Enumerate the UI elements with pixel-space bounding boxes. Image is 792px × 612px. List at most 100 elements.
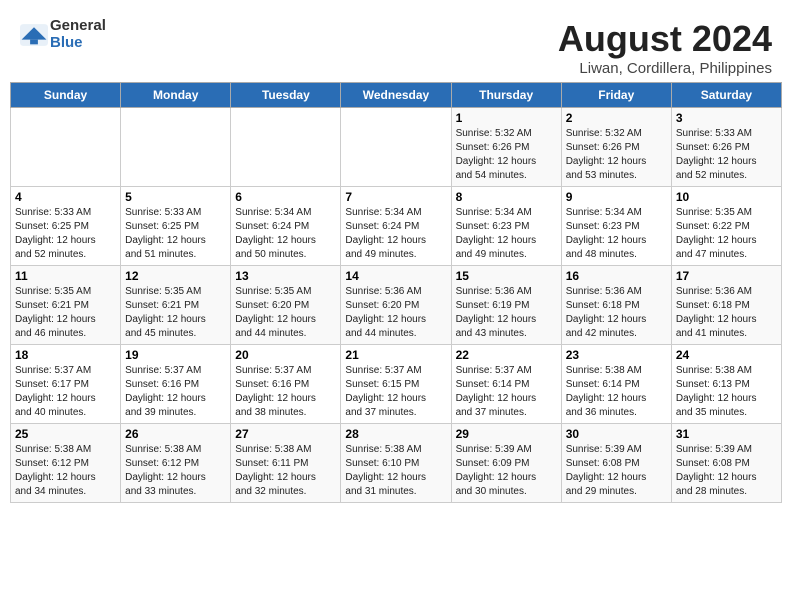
day-cell: 13Sunrise: 5:35 AM Sunset: 6:20 PM Dayli… (231, 266, 341, 345)
day-number: 15 (456, 269, 557, 283)
day-number: 6 (235, 190, 336, 204)
day-info: Sunrise: 5:37 AM Sunset: 6:17 PM Dayligh… (15, 364, 116, 420)
day-number: 16 (566, 269, 667, 283)
day-info: Sunrise: 5:34 AM Sunset: 6:23 PM Dayligh… (566, 206, 667, 262)
day-header-friday: Friday (561, 83, 671, 108)
week-row-1: 4 Sunrise: 5:33 AM Sunset: 6:25 PM Daylig… (11, 187, 782, 266)
day-cell: 2 Sunrise: 5:32 AM Sunset: 6:26 PM Daylig… (561, 108, 671, 187)
calendar-title: August 2024 (558, 18, 772, 60)
day-cell: 23 Sunrise: 5:38 AM Sunset: 6:14 PM Dayli… (561, 345, 671, 424)
day-cell (231, 108, 341, 187)
day-info: Sunrise: 5:37 AM Sunset: 6:14 PM Dayligh… (456, 364, 557, 420)
day-number: 30 (566, 427, 667, 441)
day-header-saturday: Saturday (671, 83, 781, 108)
day-number: 28 (345, 427, 446, 441)
day-number: 7 (345, 190, 446, 204)
day-info: Sunrise: 5:32 AM Sunset: 6:26 PM Dayligh… (566, 127, 667, 183)
day-info: Sunrise: 5:38 AM Sunset: 6:12 PM Dayligh… (125, 443, 226, 499)
day-number: 21 (345, 348, 446, 362)
day-info: Sunrise: 5:39 AM Sunset: 6:08 PM Dayligh… (566, 443, 667, 499)
day-info: Sunrise: 5:35 AM Sunset: 6:21 PM Dayligh… (15, 285, 116, 341)
day-cell: 27 Sunrise: 5:38 AM Sunset: 6:11 PM Dayli… (231, 424, 341, 503)
day-cell: 14 Sunrise: 5:36 AM Sunset: 6:20 PM Dayli… (341, 266, 451, 345)
day-info: Sunrise: 5:36 AM Sunset: 6:19 PM Dayligh… (456, 285, 557, 341)
day-info: Sunrise: 5:32 AM Sunset: 6:26 PM Dayligh… (456, 127, 557, 183)
week-row-3: 18Sunrise: 5:37 AM Sunset: 6:17 PM Dayli… (11, 345, 782, 424)
day-cell: 15 Sunrise: 5:36 AM Sunset: 6:19 PM Dayli… (451, 266, 561, 345)
day-cell: 21 Sunrise: 5:37 AM Sunset: 6:15 PM Dayli… (341, 345, 451, 424)
day-number: 11 (15, 269, 116, 283)
days-header-row: SundayMondayTuesdayWednesdayThursdayFrid… (11, 83, 782, 108)
day-cell: 6 Sunrise: 5:34 AM Sunset: 6:24 PM Daylig… (231, 187, 341, 266)
day-cell (121, 108, 231, 187)
day-number: 23 (566, 348, 667, 362)
day-info: Sunrise: 5:36 AM Sunset: 6:18 PM Dayligh… (676, 285, 777, 341)
week-row-4: 25 Sunrise: 5:38 AM Sunset: 6:12 PM Dayli… (11, 424, 782, 503)
calendar-table: SundayMondayTuesdayWednesdayThursdayFrid… (10, 82, 782, 503)
day-info: Sunrise: 5:37 AM Sunset: 6:15 PM Dayligh… (345, 364, 446, 420)
day-info: Sunrise: 5:36 AM Sunset: 6:18 PM Dayligh… (566, 285, 667, 341)
day-number: 2 (566, 111, 667, 125)
day-number: 29 (456, 427, 557, 441)
day-info: Sunrise: 5:38 AM Sunset: 6:11 PM Dayligh… (235, 443, 336, 499)
day-number: 10 (676, 190, 777, 204)
title-area: August 2024 Liwan, Cordillera, Philippin… (558, 18, 772, 77)
day-cell: 1Sunrise: 5:32 AM Sunset: 6:26 PM Daylig… (451, 108, 561, 187)
day-cell: 22 Sunrise: 5:37 AM Sunset: 6:14 PM Dayli… (451, 345, 561, 424)
day-info: Sunrise: 5:35 AM Sunset: 6:22 PM Dayligh… (676, 206, 777, 262)
day-info: Sunrise: 5:34 AM Sunset: 6:24 PM Dayligh… (235, 206, 336, 262)
logo: General Blue (20, 18, 106, 51)
logo-blue-text: Blue (50, 35, 106, 52)
day-number: 14 (345, 269, 446, 283)
day-cell: 10 Sunrise: 5:35 AM Sunset: 6:22 PM Dayli… (671, 187, 781, 266)
day-number: 22 (456, 348, 557, 362)
week-row-2: 11 Sunrise: 5:35 AM Sunset: 6:21 PM Dayli… (11, 266, 782, 345)
day-cell: 11 Sunrise: 5:35 AM Sunset: 6:21 PM Dayli… (11, 266, 121, 345)
day-number: 13 (235, 269, 336, 283)
day-cell: 12 Sunrise: 5:35 AM Sunset: 6:21 PM Dayli… (121, 266, 231, 345)
day-info: Sunrise: 5:38 AM Sunset: 6:13 PM Dayligh… (676, 364, 777, 420)
day-header-thursday: Thursday (451, 83, 561, 108)
day-header-sunday: Sunday (11, 83, 121, 108)
day-info: Sunrise: 5:36 AM Sunset: 6:20 PM Dayligh… (345, 285, 446, 341)
day-info: Sunrise: 5:38 AM Sunset: 6:12 PM Dayligh… (15, 443, 116, 499)
day-header-wednesday: Wednesday (341, 83, 451, 108)
day-number: 12 (125, 269, 226, 283)
day-cell: 30 Sunrise: 5:39 AM Sunset: 6:08 PM Dayli… (561, 424, 671, 503)
day-cell: 4 Sunrise: 5:33 AM Sunset: 6:25 PM Daylig… (11, 187, 121, 266)
day-number: 4 (15, 190, 116, 204)
day-cell: 3Sunrise: 5:33 AM Sunset: 6:26 PM Daylig… (671, 108, 781, 187)
week-row-0: 1Sunrise: 5:32 AM Sunset: 6:26 PM Daylig… (11, 108, 782, 187)
day-info: Sunrise: 5:35 AM Sunset: 6:21 PM Dayligh… (125, 285, 226, 341)
day-info: Sunrise: 5:39 AM Sunset: 6:08 PM Dayligh… (676, 443, 777, 499)
day-number: 31 (676, 427, 777, 441)
day-cell: 5 Sunrise: 5:33 AM Sunset: 6:25 PM Daylig… (121, 187, 231, 266)
day-cell: 16 Sunrise: 5:36 AM Sunset: 6:18 PM Dayli… (561, 266, 671, 345)
day-number: 25 (15, 427, 116, 441)
header: General Blue August 2024 Liwan, Cordille… (10, 10, 782, 82)
day-cell: 17 Sunrise: 5:36 AM Sunset: 6:18 PM Dayli… (671, 266, 781, 345)
day-header-tuesday: Tuesday (231, 83, 341, 108)
day-info: Sunrise: 5:33 AM Sunset: 6:25 PM Dayligh… (15, 206, 116, 262)
day-info: Sunrise: 5:34 AM Sunset: 6:24 PM Dayligh… (345, 206, 446, 262)
day-cell: 29 Sunrise: 5:39 AM Sunset: 6:09 PM Dayli… (451, 424, 561, 503)
day-number: 20 (235, 348, 336, 362)
day-number: 27 (235, 427, 336, 441)
day-cell: 25 Sunrise: 5:38 AM Sunset: 6:12 PM Dayli… (11, 424, 121, 503)
day-info: Sunrise: 5:37 AM Sunset: 6:16 PM Dayligh… (235, 364, 336, 420)
calendar-subtitle: Liwan, Cordillera, Philippines (558, 60, 772, 77)
day-info: Sunrise: 5:33 AM Sunset: 6:25 PM Dayligh… (125, 206, 226, 262)
day-info: Sunrise: 5:38 AM Sunset: 6:14 PM Dayligh… (566, 364, 667, 420)
day-cell: 7 Sunrise: 5:34 AM Sunset: 6:24 PM Daylig… (341, 187, 451, 266)
day-cell: 20 Sunrise: 5:37 AM Sunset: 6:16 PM Dayli… (231, 345, 341, 424)
day-number: 9 (566, 190, 667, 204)
day-cell: 18Sunrise: 5:37 AM Sunset: 6:17 PM Dayli… (11, 345, 121, 424)
day-cell: 24 Sunrise: 5:38 AM Sunset: 6:13 PM Dayli… (671, 345, 781, 424)
day-cell: 26Sunrise: 5:38 AM Sunset: 6:12 PM Dayli… (121, 424, 231, 503)
day-info: Sunrise: 5:33 AM Sunset: 6:26 PM Dayligh… (676, 127, 777, 183)
day-info: Sunrise: 5:39 AM Sunset: 6:09 PM Dayligh… (456, 443, 557, 499)
day-number: 17 (676, 269, 777, 283)
day-number: 5 (125, 190, 226, 204)
day-number: 24 (676, 348, 777, 362)
day-cell: 31 Sunrise: 5:39 AM Sunset: 6:08 PM Dayli… (671, 424, 781, 503)
